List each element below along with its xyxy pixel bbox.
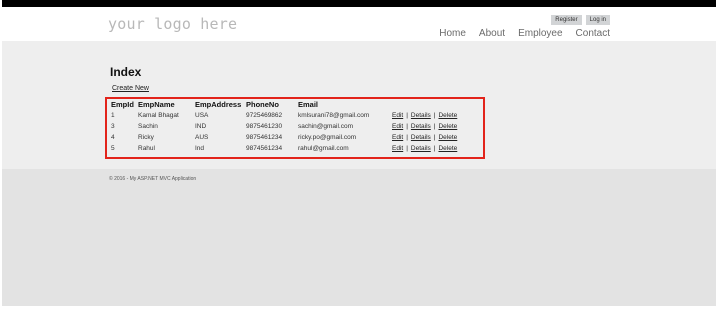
separator: | bbox=[433, 145, 436, 152]
top-bar bbox=[2, 0, 716, 7]
col-header-email: Email bbox=[298, 100, 319, 109]
nav-home[interactable]: Home bbox=[439, 28, 466, 39]
separator: | bbox=[433, 134, 436, 141]
create-new-link[interactable]: Create New bbox=[112, 85, 149, 92]
row3-edit-link[interactable]: Edit bbox=[392, 134, 403, 141]
row2-actions: Edit | Details | Delete bbox=[392, 123, 457, 130]
row3-empid: 4 bbox=[111, 134, 115, 141]
row4-delete-link[interactable]: Delete bbox=[438, 145, 457, 152]
separator: | bbox=[406, 112, 408, 119]
row3-empaddress: AUS bbox=[195, 134, 209, 141]
site-logo[interactable]: your logo here bbox=[108, 15, 237, 33]
login-link[interactable]: Log in bbox=[585, 15, 610, 25]
separator: | bbox=[406, 145, 408, 152]
nav-employee[interactable]: Employee bbox=[518, 28, 562, 39]
row3-actions: Edit | Details | Delete bbox=[392, 134, 457, 141]
col-header-empid: EmpId bbox=[111, 100, 134, 109]
row1-phoneno: 9725469862 bbox=[246, 112, 283, 119]
register-link[interactable]: Register bbox=[551, 15, 582, 25]
row4-details-link[interactable]: Details bbox=[411, 145, 431, 152]
footer bbox=[2, 169, 716, 306]
row1-actions: Edit | Details | Delete bbox=[392, 112, 457, 119]
nav-contact[interactable]: Contact bbox=[576, 28, 610, 39]
row1-empid: 1 bbox=[111, 112, 115, 119]
row1-email: kmlsurani78@gmail.com bbox=[298, 112, 370, 119]
row1-delete-link[interactable]: Delete bbox=[438, 112, 457, 119]
row2-email: sachin@gmail.com bbox=[298, 123, 354, 130]
row1-empname: Kamal Bhagat bbox=[138, 112, 179, 119]
row4-email: rahul@gmail.com bbox=[298, 145, 349, 152]
row3-empname: Ricky bbox=[138, 134, 154, 141]
row2-delete-link[interactable]: Delete bbox=[438, 123, 457, 130]
row3-phoneno: 9875461234 bbox=[246, 134, 283, 141]
row4-edit-link[interactable]: Edit bbox=[392, 145, 403, 152]
row2-empname: Sachin bbox=[138, 123, 158, 130]
row4-empaddress: Ind bbox=[195, 145, 205, 152]
main-nav: Home About Employee Contact bbox=[439, 28, 610, 39]
row4-empname: Rahul bbox=[138, 145, 155, 152]
footer-copyright: © 2016 - My ASP.NET MVC Application bbox=[109, 176, 197, 182]
page-title: Index bbox=[110, 65, 142, 79]
row4-actions: Edit | Details | Delete bbox=[392, 145, 457, 152]
row1-empaddress: USA bbox=[195, 112, 209, 119]
row1-details-link[interactable]: Details bbox=[411, 112, 431, 119]
col-header-phoneno: PhoneNo bbox=[246, 100, 279, 109]
row2-edit-link[interactable]: Edit bbox=[392, 123, 403, 130]
nav-about[interactable]: About bbox=[479, 28, 505, 39]
separator: | bbox=[433, 123, 436, 130]
separator: | bbox=[406, 123, 408, 130]
col-header-empname: EmpName bbox=[138, 100, 175, 109]
login-area: Register Log in bbox=[551, 15, 610, 25]
row3-details-link[interactable]: Details bbox=[411, 134, 431, 141]
col-header-empaddress: EmpAddress bbox=[195, 100, 242, 109]
separator: | bbox=[406, 134, 408, 141]
row2-details-link[interactable]: Details bbox=[411, 123, 431, 130]
row4-phoneno: 9874561234 bbox=[246, 145, 283, 152]
row2-empaddress: IND bbox=[195, 123, 207, 130]
row3-delete-link[interactable]: Delete bbox=[438, 134, 457, 141]
row1-edit-link[interactable]: Edit bbox=[392, 112, 403, 119]
row4-empid: 5 bbox=[111, 145, 115, 152]
row2-empid: 3 bbox=[111, 123, 115, 130]
separator: | bbox=[433, 112, 436, 119]
row2-phoneno: 9875461230 bbox=[246, 123, 283, 130]
row3-email: ricky.po@gmail.com bbox=[298, 134, 357, 141]
